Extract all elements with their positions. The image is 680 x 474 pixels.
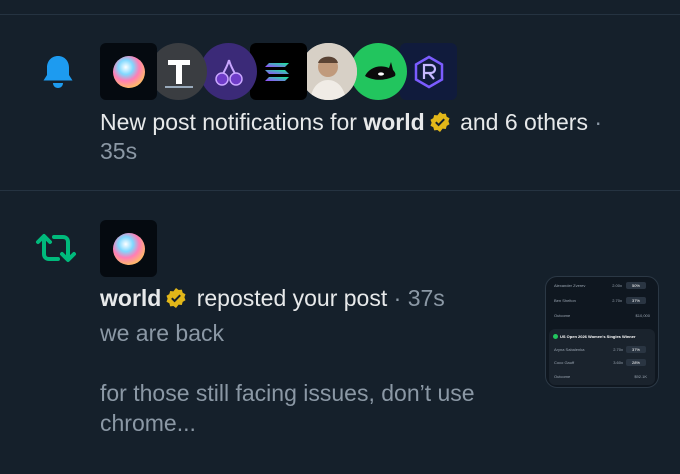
thumb-card-title: US Open 2026 Women's Singles Winner: [560, 333, 636, 339]
post-body[interactable]: we are back for those still facing issue…: [100, 318, 520, 438]
person-avatar[interactable]: [300, 43, 357, 100]
thumb-row3-right: $10,000: [635, 312, 650, 318]
thumb-card-row2-pct: 28%: [626, 358, 646, 366]
thumb-card-row1-name: Aryna Sabalenka: [554, 346, 585, 352]
thumb-row2-odds: 2.70x: [612, 297, 622, 303]
account-name[interactable]: world: [100, 285, 161, 311]
post-line-1: we are back: [100, 320, 225, 346]
verified-badge-icon: [430, 112, 450, 132]
thumb-card-row1-odds: 2.70x: [613, 346, 623, 352]
thumb-card-row2-odds: 3.60x: [613, 359, 623, 365]
thumb-card-row3-left: Outcome: [554, 373, 571, 379]
raydium-avatar[interactable]: [400, 43, 457, 100]
notification-divider: [0, 190, 680, 191]
verified-badge-icon: [166, 288, 186, 308]
account-name[interactable]: world: [363, 109, 424, 135]
t-logo-avatar[interactable]: [150, 43, 207, 100]
notification-avatars: [100, 43, 457, 100]
orca-avatar[interactable]: [350, 43, 407, 100]
notification-suffix: and 6 others: [453, 109, 588, 135]
notification-prefix: New post notifications for: [100, 109, 364, 135]
post-line-2: for those still facing issues, don’t use…: [100, 380, 475, 436]
thumb-row2-name: Ben Shelton: [554, 297, 576, 303]
time-separator: ·: [387, 285, 408, 311]
time-separator: ·: [587, 109, 603, 135]
thumb-row1-name: Alexander Zverev: [554, 282, 586, 288]
bell-icon: [43, 56, 73, 88]
thumb-row2-pct: 37%: [626, 296, 646, 304]
world-avatar[interactable]: [100, 220, 157, 277]
repost-icon: [36, 234, 76, 262]
thumb-card-row1-pct: 37%: [626, 345, 646, 353]
notification-text[interactable]: New post notifications for world and 6 o…: [100, 108, 660, 166]
thumb-card-row2-name: Coco Gauff: [554, 359, 575, 365]
thumb-card-row3-right: $92.1K: [634, 373, 647, 379]
repost-time: 37s: [407, 285, 445, 311]
thumb-row1-odds: 2.00x: [612, 282, 622, 288]
notification-time: 35s: [100, 138, 138, 164]
world-avatar[interactable]: [100, 43, 157, 100]
repost-line[interactable]: world reposted your post · 37s: [100, 283, 445, 313]
thumb-row1-pct: 50%: [626, 281, 646, 289]
post-image-thumbnail[interactable]: Alexander Zverev 2.00x 50% Ben Shelton 2.70…: [545, 276, 659, 388]
cherry-avatar[interactable]: [200, 43, 257, 100]
repost-action-text: reposted your post: [190, 285, 388, 311]
solana-avatar[interactable]: [250, 43, 307, 100]
thumb-row3-left: Outcome: [554, 312, 571, 318]
thumb-market-card: US Open 2026 Women's Singles Winner Aryn…: [549, 329, 655, 385]
